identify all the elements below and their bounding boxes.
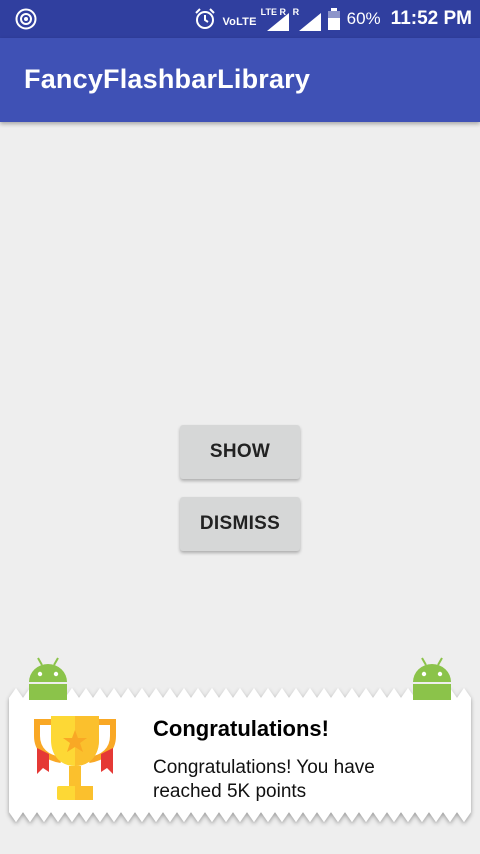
flashbar-message: Congratulations! You have reached 5K poi… bbox=[153, 757, 375, 802]
trophy-icon bbox=[34, 716, 116, 800]
android-icon bbox=[413, 657, 451, 700]
alarm-icon bbox=[195, 8, 216, 29]
battery-icon bbox=[327, 8, 340, 30]
app-title: FancyFlashbarLibrary bbox=[24, 64, 311, 94]
signal-icon-2: R bbox=[293, 7, 321, 31]
battery-percent: 60% bbox=[346, 9, 381, 28]
flashbar[interactable]: Congratulations! Congratulations! You ha… bbox=[0, 686, 480, 829]
dismiss-button[interactable]: DISMISS bbox=[180, 497, 300, 551]
android-icon bbox=[29, 657, 67, 700]
volte-label: VoLTE bbox=[222, 16, 257, 28]
clock: 11:52 PM bbox=[390, 8, 472, 29]
show-button[interactable]: SHOW bbox=[180, 425, 300, 479]
signal-icon: LTE R bbox=[261, 7, 289, 31]
hotspot-icon bbox=[15, 8, 37, 30]
flashbar-title: Congratulations! bbox=[153, 716, 329, 741]
status-bar: VoLTE LTE R R 60% 11:52 PM bbox=[0, 0, 480, 38]
app-bar: FancyFlashbarLibrary bbox=[0, 38, 480, 122]
